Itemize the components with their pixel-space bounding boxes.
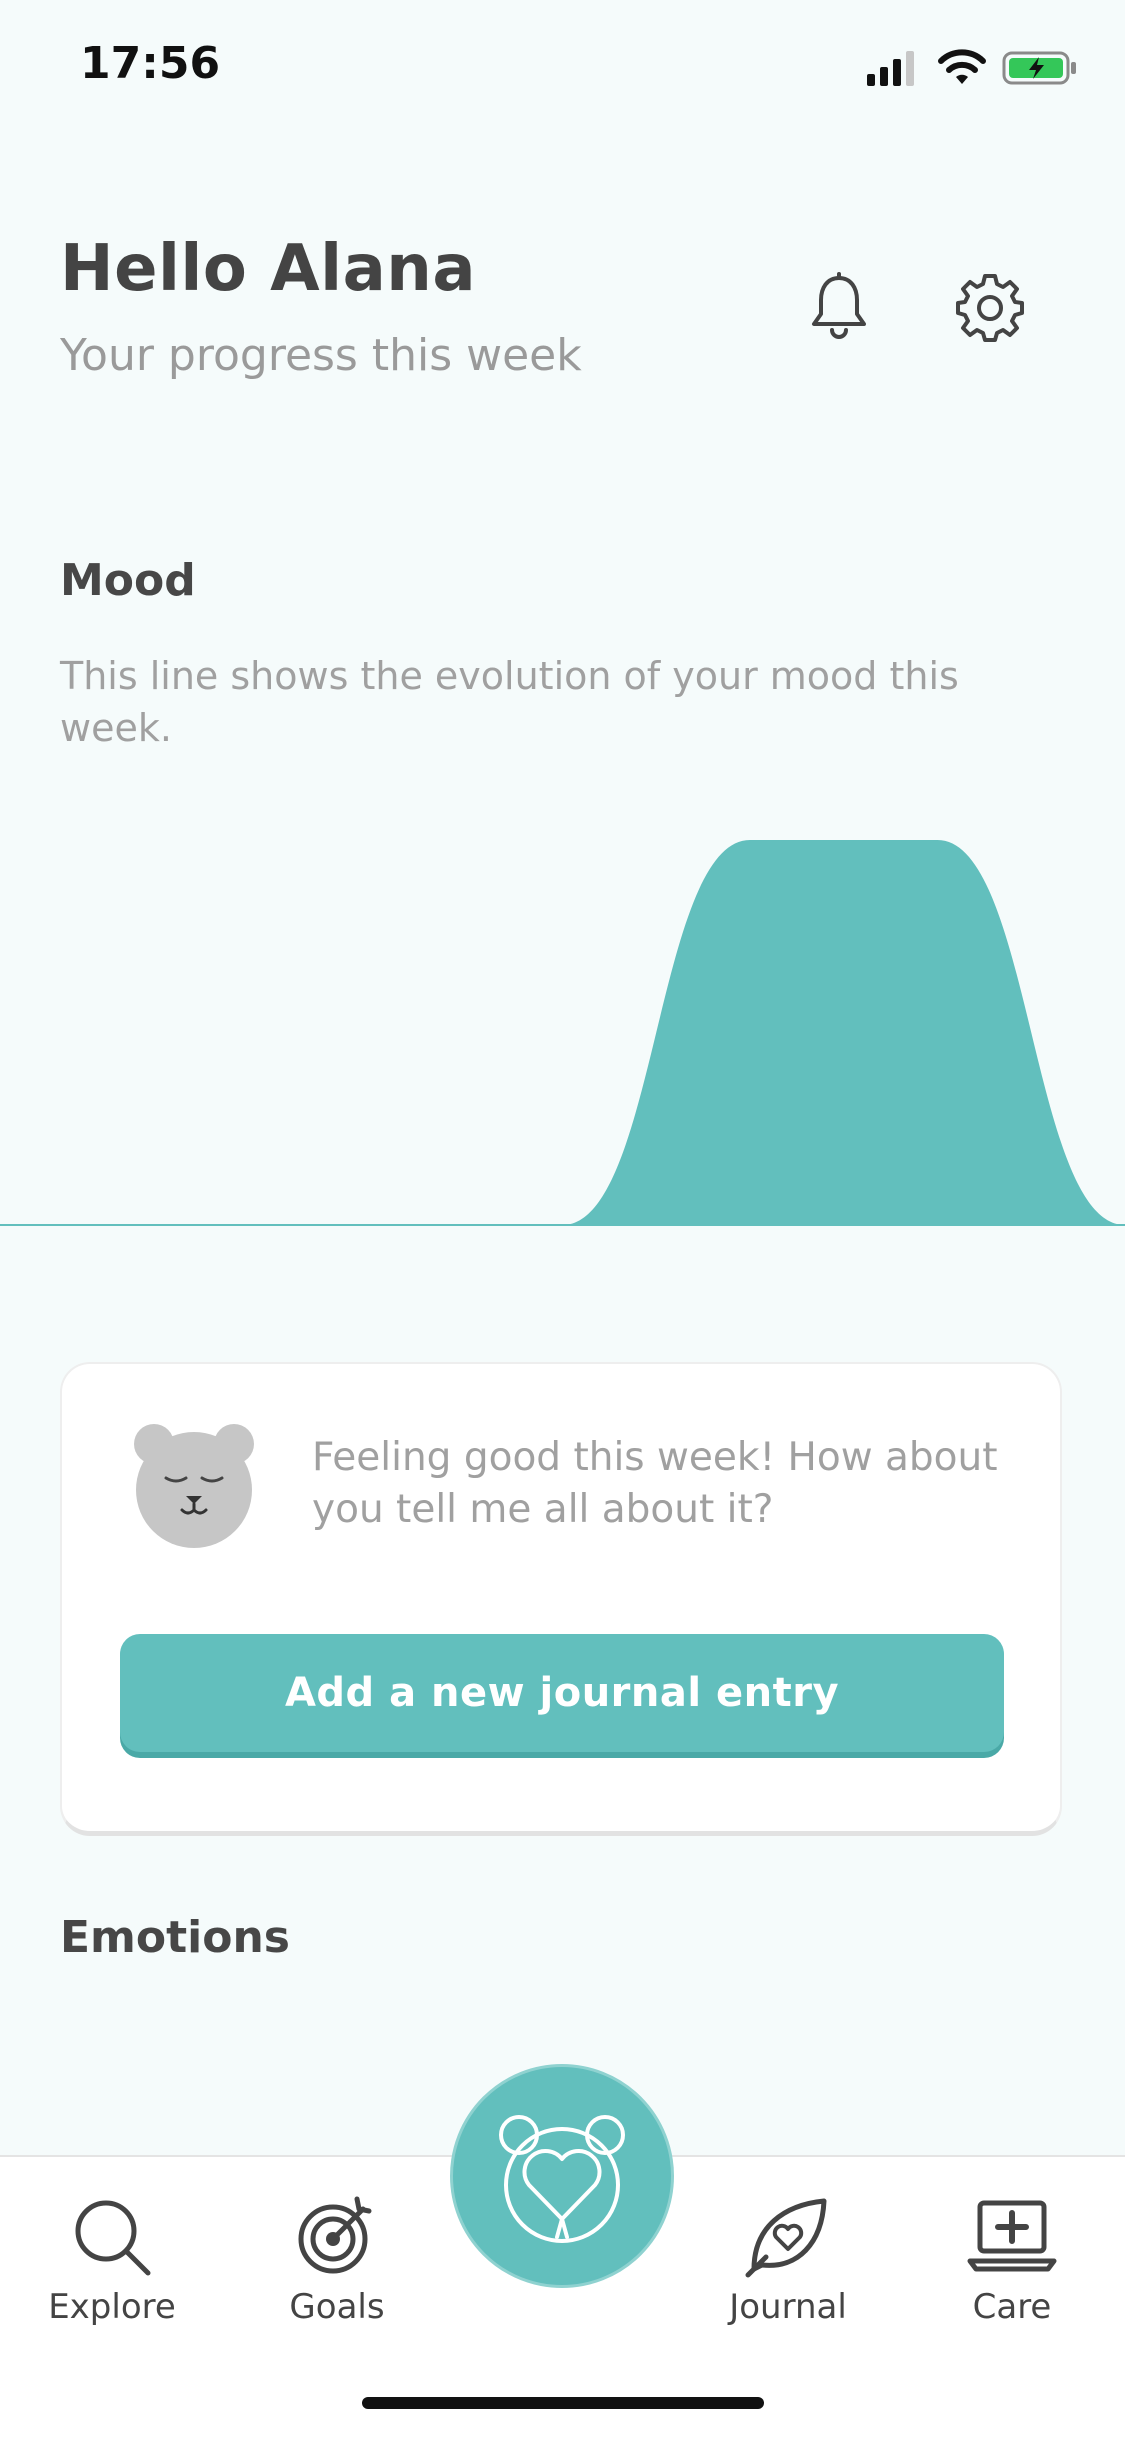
tab-explore[interactable]: Explore [12, 2187, 212, 2327]
leaf-heart-icon [745, 2198, 827, 2278]
emotions-title: Emotions [60, 1912, 290, 1963]
tab-goals-label: Goals [289, 2287, 385, 2327]
search-icon [75, 2200, 151, 2276]
bell-icon [812, 272, 866, 339]
tab-goals[interactable]: Goals [237, 2187, 437, 2327]
tab-explore-label: Explore [48, 2287, 176, 2327]
bear-heart-icon [499, 2115, 625, 2243]
tab-journal[interactable]: Journal [688, 2187, 888, 2327]
home-indicator [362, 2397, 764, 2409]
page-title: Hello Alana [60, 232, 476, 306]
wifi-icon [938, 49, 986, 84]
add-journal-entry-button[interactable]: Add a new journal entry [120, 1634, 1004, 1752]
battery-charging-icon [1002, 51, 1076, 85]
status-time: 17:56 [80, 38, 221, 89]
status-icons [865, 48, 1085, 88]
tab-care[interactable]: Care [912, 2187, 1112, 2327]
mood-description: This line shows the evolution of your mo… [60, 654, 959, 750]
mood-area [0, 840, 1125, 1225]
settings-button[interactable] [954, 270, 1026, 342]
card-message: Feeling good this week! How about you te… [312, 1435, 998, 1532]
sleepy-bear-icon [134, 1424, 254, 1548]
center-bear-button[interactable] [450, 2064, 674, 2288]
notifications-button[interactable] [803, 270, 875, 342]
tab-care-label: Care [972, 2287, 1052, 2327]
target-icon [298, 2196, 372, 2274]
tab-journal-label: Journal [729, 2287, 847, 2327]
mood-chart [0, 840, 1125, 1226]
gear-icon [956, 274, 1024, 342]
mood-title: Mood [60, 555, 196, 606]
laptop-plus-icon [967, 2200, 1057, 2272]
signal-icon [867, 51, 914, 86]
page-subtitle: Your progress this week [60, 330, 582, 381]
journal-prompt-card: Feeling good this week! How about you te… [60, 1362, 1062, 1836]
